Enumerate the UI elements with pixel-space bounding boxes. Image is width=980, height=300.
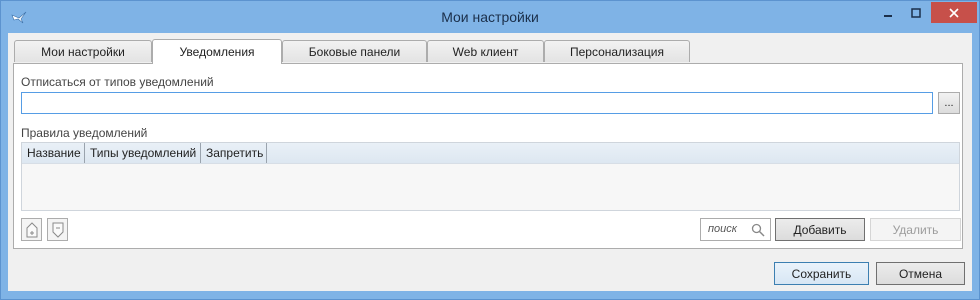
move-up-icon	[26, 221, 37, 237]
unsubscribe-input[interactable]	[21, 92, 933, 114]
move-up-button[interactable]	[21, 218, 42, 241]
tab-side-panels[interactable]: Боковые панели	[282, 40, 427, 62]
settings-window: Мои настройки Мои настройки Уведомления …	[0, 0, 980, 300]
search-field[interactable]: поиск	[700, 218, 771, 241]
search-placeholder: поиск	[708, 223, 737, 235]
rules-label: Правила уведомлений	[21, 126, 148, 140]
tab-label: Web клиент	[452, 44, 519, 59]
column-header-deny[interactable]: Запретить	[201, 143, 267, 163]
tab-notifications[interactable]: Уведомления	[152, 39, 282, 64]
maximize-icon	[911, 7, 921, 18]
tab-label: Уведомления	[179, 45, 255, 59]
tab-web-client[interactable]: Web клиент	[427, 40, 544, 62]
tab-my-settings[interactable]: Мои настройки	[14, 40, 152, 62]
search-icon[interactable]	[751, 223, 765, 237]
move-down-button[interactable]	[47, 218, 68, 241]
minimize-button[interactable]	[874, 2, 902, 23]
tab-personalization[interactable]: Персонализация	[544, 40, 690, 62]
move-down-icon	[52, 222, 63, 238]
column-header-types[interactable]: Типы уведомлений	[85, 143, 201, 163]
title-bar[interactable]: Мои настройки	[1, 1, 979, 33]
tab-label: Персонализация	[569, 44, 665, 59]
tab-label: Боковые панели	[308, 44, 401, 59]
save-button[interactable]: Сохранить	[774, 262, 869, 285]
maximize-button[interactable]	[902, 2, 930, 23]
minimize-icon	[884, 14, 892, 17]
column-header-name[interactable]: Название	[22, 143, 85, 163]
browse-button[interactable]: ...	[938, 92, 960, 114]
unsubscribe-label: Отписаться от типов уведомлений	[21, 75, 214, 89]
close-button[interactable]	[931, 2, 977, 23]
rules-grid[interactable]: Название Типы уведомлений Запретить	[21, 142, 960, 211]
delete-button[interactable]: Удалить	[870, 218, 961, 241]
add-button[interactable]: Добавить	[775, 218, 865, 241]
cancel-button[interactable]: Отмена	[876, 262, 965, 285]
grid-header: Название Типы уведомлений Запретить	[22, 143, 959, 164]
dialog-client-area: Мои настройки Уведомления Боковые панели…	[8, 33, 972, 291]
tab-label: Мои настройки	[41, 44, 125, 59]
close-icon	[949, 7, 959, 18]
window-title: Мои настройки	[441, 9, 539, 25]
